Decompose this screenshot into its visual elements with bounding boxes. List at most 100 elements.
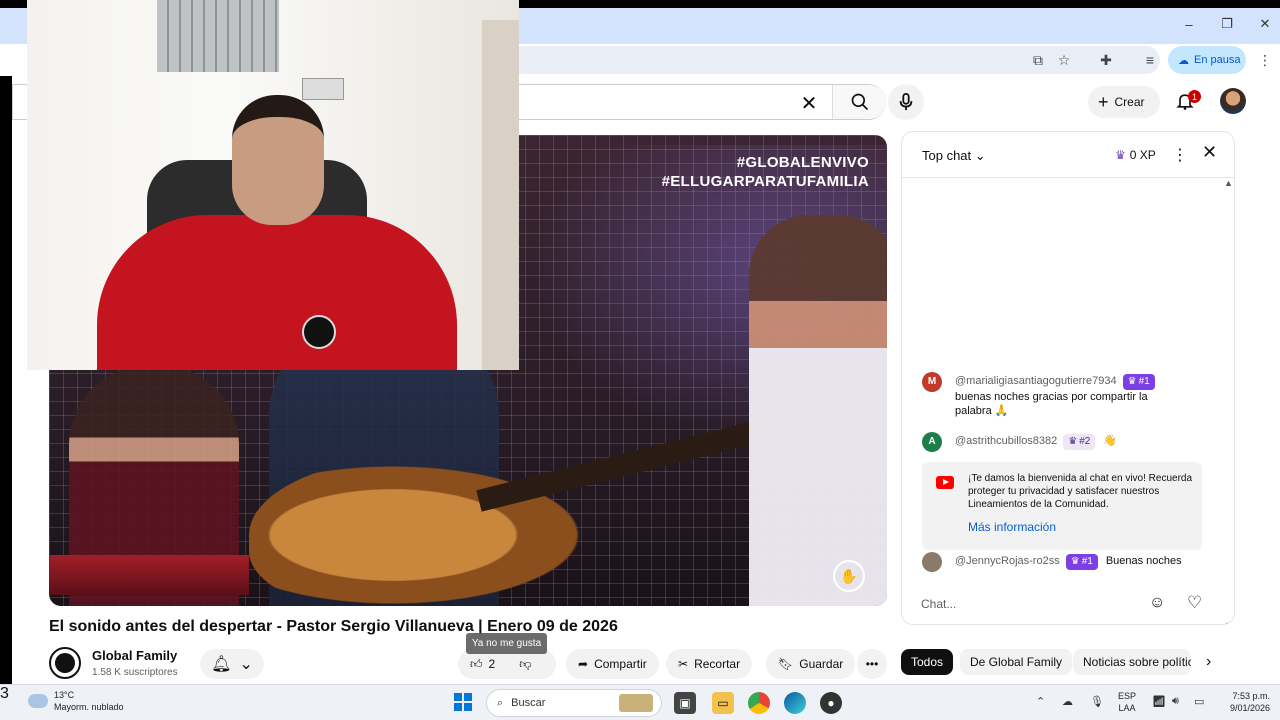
welcome-text: ¡Te damos la bienvenida al chat en vivo!… (968, 473, 1193, 510)
weather-widget[interactable]: 13°C Mayorm. nublado (28, 689, 124, 713)
windows-start-icon[interactable] (454, 693, 472, 711)
chat-mode-dropdown[interactable]: Top chat ⌄ (922, 148, 986, 164)
file-explorer-icon[interactable]: ▭ (712, 692, 734, 714)
webcam-overlay (27, 0, 519, 370)
chevron-right-icon[interactable]: › (1206, 653, 1211, 671)
share-button[interactable]: ➦ Compartir (566, 649, 659, 679)
hashtag-line: #GLOBALENVIVO (736, 154, 869, 171)
clear-search-icon[interactable]: ✕ (798, 92, 820, 115)
more-info-link[interactable]: Más información (968, 520, 1056, 534)
obs-icon[interactable]: ● (820, 692, 842, 714)
room-door (482, 20, 519, 370)
thumbs-up-icon[interactable]: 👍︎ (470, 657, 483, 672)
chat-message: @JennycRojas-ro2ss ♛ #1 Buenas noches (922, 552, 1212, 574)
search-icon: ⌕ (497, 696, 504, 709)
taskbar-search-label: Buscar (511, 697, 546, 709)
pause-cloud-icon: ☁ (1178, 54, 1189, 67)
battery-icon[interactable]: ▭ (1194, 695, 1204, 708)
jersey-crest (302, 315, 336, 349)
rank-badge: ♛ #1 (1122, 374, 1155, 390)
singer-figure (749, 215, 887, 606)
chat-author-line: @JennycRojas-ro2ss ♛ #1 Buenas noches (955, 554, 1182, 570)
rank-badge: ♛ #2 (1063, 434, 1096, 450)
microphone-icon (899, 93, 913, 111)
save-button[interactable]: 🔖︎ Guardar (766, 649, 856, 679)
emoji-icon[interactable]: ☺ (1149, 594, 1165, 612)
wall-sign (302, 78, 344, 100)
edge-icon[interactable] (784, 692, 806, 714)
thumbs-down-icon[interactable]: 👎︎ (519, 657, 531, 672)
microphone-icon[interactable]: 🎙︎ (1090, 695, 1104, 708)
video-hashtags: #GLOBALENVIVO #ELLUGARPARATUFAMILIA (662, 153, 869, 191)
heart-icon[interactable]: ♡ (1187, 593, 1202, 613)
chat-menu-icon[interactable]: ⋮ (1172, 145, 1188, 165)
chat-author-avatar: A (922, 432, 942, 452)
taskbar-search[interactable]: ⌕ Buscar (486, 689, 662, 717)
chip-news[interactable]: Noticias sobre polític (1073, 649, 1191, 675)
scroll-up-arrow-icon[interactable]: ▲ (1224, 178, 1233, 188)
chat-author-name[interactable]: @astrithcubillos8382 (955, 435, 1057, 447)
onedrive-icon[interactable]: ☁ (1062, 695, 1073, 708)
channel-name[interactable]: Global Family (92, 648, 177, 663)
chip-all[interactable]: Todos (901, 649, 954, 675)
chrome-icon[interactable] (748, 692, 770, 714)
chat-author-name[interactable]: @marialigiasantiagogutierre7934 (955, 375, 1117, 387)
voice-search-button[interactable] (888, 84, 924, 120)
rank-label: #1 (1138, 376, 1150, 387)
create-label: Crear (1114, 95, 1145, 109)
keyboard-instrument (49, 555, 249, 595)
volume-icon[interactable]: 🔊︎ (1172, 695, 1179, 708)
close-window-button[interactable]: ✕ (1242, 10, 1280, 38)
browser-menu-icon[interactable]: ⋮ (1258, 52, 1272, 69)
crown-icon: ♛ (1115, 148, 1126, 162)
cloud-icon (28, 694, 48, 708)
room-window (157, 0, 279, 72)
scissors-icon: ✂ (678, 657, 689, 671)
search-icon (851, 93, 868, 111)
live-chat-panel: Top chat ⌄ ♛ 0 XP ⋮ ✕ ▲ M @marialigiasant… (901, 131, 1235, 625)
account-avatar[interactable] (1220, 88, 1246, 114)
extensions-icon[interactable]: ✚ (1096, 50, 1116, 70)
clock-time: 7:53 p.m. (1232, 691, 1270, 701)
chat-message: M @marialigiasantiagogutierre7934 ♛ #1 bu… (922, 372, 1212, 417)
wifi-icon[interactable]: 📶︎ (1152, 695, 1166, 708)
chat-input-field[interactable]: Chat... (921, 588, 1141, 620)
bookmark-star-icon[interactable]: ☆ (1054, 50, 1074, 70)
weather-description: Mayorm. nublado (54, 702, 124, 712)
channel-watermark-icon[interactable]: ✋ (833, 560, 865, 592)
create-button[interactable]: + Crear (1088, 86, 1160, 118)
search-button[interactable] (832, 85, 886, 119)
task-view-icon[interactable]: ▣ (674, 692, 696, 714)
language-code: ESP (1118, 691, 1137, 701)
chevron-down-icon: ⌄ (239, 656, 253, 673)
chat-input-row: Chat... ☺ ♡ (901, 584, 1235, 624)
chevron-down-icon: ⌄ (974, 148, 986, 163)
profile-sync-chip[interactable]: ☁ En pausa (1168, 46, 1246, 74)
language-indicator[interactable]: ESP LAA (1118, 690, 1136, 714)
chip-from-channel[interactable]: De Global Family (960, 649, 1073, 675)
chat-message: A @astrithcubillos8382 ♛ #2 👋 (922, 432, 1212, 454)
chat-author-avatar: M (922, 372, 942, 392)
channel-avatar[interactable] (49, 647, 81, 679)
rank-label: #2 (1079, 436, 1091, 447)
media-controls-icon[interactable]: ≡ (1140, 50, 1160, 70)
clip-button[interactable]: ✂ Recortar (666, 649, 753, 679)
chat-author-line: @astrithcubillos8382 ♛ #2 👋 (955, 434, 1117, 450)
close-chat-icon[interactable]: ✕ (1202, 142, 1217, 163)
taskbar-clock[interactable]: 7:53 p.m. 9/01/2026 (1222, 690, 1270, 714)
subscription-notifications-button[interactable]: 🔔︎ ⌄ (200, 649, 264, 679)
windows-taskbar: 13°C Mayorm. nublado 3 ⌕ Buscar ▣ ▭ ● ⌃ … (0, 684, 1280, 720)
xp-label: 0 XP (1129, 148, 1156, 162)
dislike-tooltip: Ya no me gusta (466, 633, 547, 654)
chat-mode-label: Top chat (922, 148, 972, 163)
clock-date: 9/01/2026 (1229, 703, 1270, 713)
notification-count-badge: 1 (1188, 90, 1201, 103)
chat-author-name[interactable]: @JennycRojas-ro2ss (955, 555, 1060, 567)
install-app-icon[interactable]: ⧉ (1028, 50, 1048, 70)
more-actions-button[interactable]: ••• (857, 649, 887, 679)
plus-icon: + (1098, 91, 1109, 112)
chat-author-avatar (922, 552, 942, 572)
xp-indicator[interactable]: ♛ 0 XP (1115, 148, 1156, 162)
show-hidden-icons-icon[interactable]: ⌃ (1036, 695, 1045, 708)
rank-label: #1 (1081, 556, 1093, 567)
